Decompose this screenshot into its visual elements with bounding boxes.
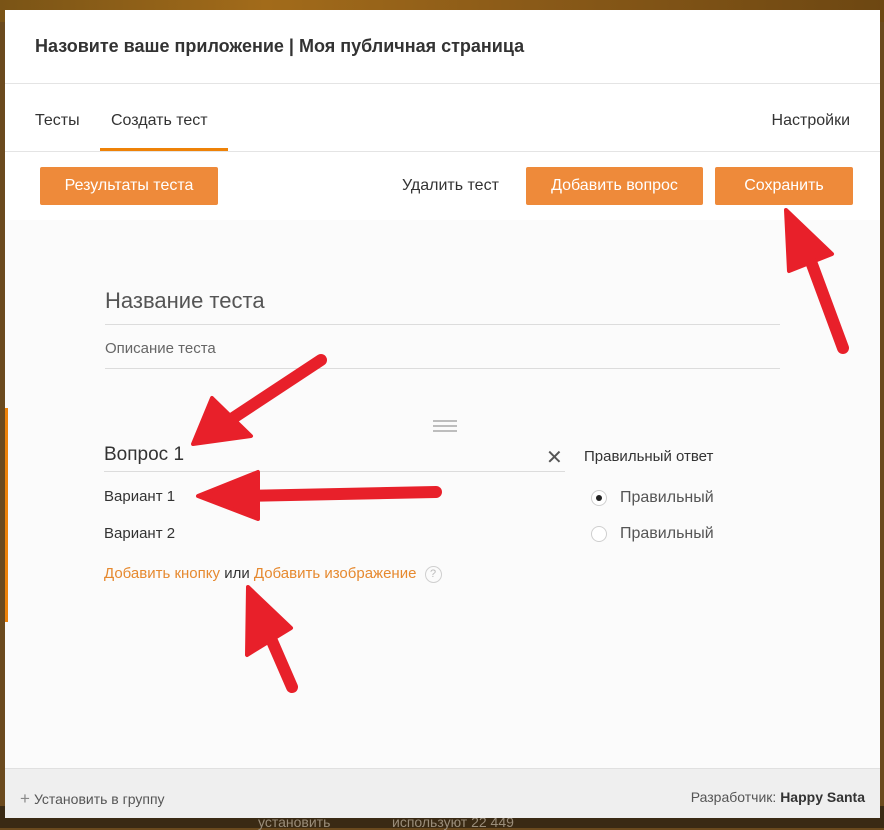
tab-create-test[interactable]: Создать тест xyxy=(111,112,208,130)
install-to-group-link[interactable]: + Установить в группу xyxy=(20,789,165,809)
tab-tests[interactable]: Тесты xyxy=(35,112,80,130)
developer-credit: Разработчик: Happy Santa xyxy=(691,789,865,805)
add-question-button[interactable]: Добавить вопрос xyxy=(526,167,703,205)
test-editor-modal: Назовите ваше приложение | Моя публичная… xyxy=(5,10,880,818)
correct-radio-2[interactable] xyxy=(591,526,607,542)
delete-test-link[interactable]: Удалить тест xyxy=(402,167,499,205)
correct-radio-label-2[interactable]: Правильный xyxy=(620,525,714,543)
correct-radio-1[interactable] xyxy=(591,490,607,506)
add-links-row: Добавить кнопку или Добавить изображение… xyxy=(104,565,442,583)
plus-icon: + xyxy=(20,789,30,808)
developer-prefix: Разработчик: xyxy=(690,789,777,805)
developer-name: Happy Santa xyxy=(780,789,865,805)
correct-radio-label-1[interactable]: Правильный xyxy=(620,489,714,507)
answer-option-2[interactable]: Вариант 2 xyxy=(104,525,175,542)
active-question-marker xyxy=(5,408,8,622)
modal-title: Назовите ваше приложение | Моя публичная… xyxy=(35,36,525,56)
test-title-input[interactable]: Название теста xyxy=(105,288,780,325)
close-icon[interactable]: ✕ xyxy=(546,445,563,470)
help-icon[interactable]: ? xyxy=(424,566,442,583)
save-button[interactable]: Сохранить xyxy=(715,167,853,205)
install-to-group-label: Установить в группу xyxy=(33,791,165,807)
drag-handle-icon[interactable] xyxy=(433,420,457,432)
tab-bar: Тесты Создать тест Настройки xyxy=(5,84,880,152)
correct-answer-header: Правильный ответ xyxy=(584,448,714,465)
add-image-link[interactable]: Добавить изображение xyxy=(254,565,417,582)
tab-settings[interactable]: Настройки xyxy=(772,112,850,130)
test-description-input[interactable]: Описание теста xyxy=(105,340,780,369)
add-button-link[interactable]: Добавить кнопку xyxy=(104,565,220,582)
test-results-button[interactable]: Результаты теста xyxy=(40,167,218,205)
toolbar: Результаты теста Удалить тест Добавить в… xyxy=(5,152,880,221)
or-text: или xyxy=(224,565,250,582)
question-input[interactable]: Вопрос 1 xyxy=(104,444,565,472)
modal-footer: + Установить в группу Разработчик: Happy … xyxy=(5,768,880,818)
modal-header: Назовите ваше приложение | Моя публичная… xyxy=(5,10,880,84)
active-tab-indicator xyxy=(100,148,228,151)
answer-option-1[interactable]: Вариант 1 xyxy=(104,488,175,505)
